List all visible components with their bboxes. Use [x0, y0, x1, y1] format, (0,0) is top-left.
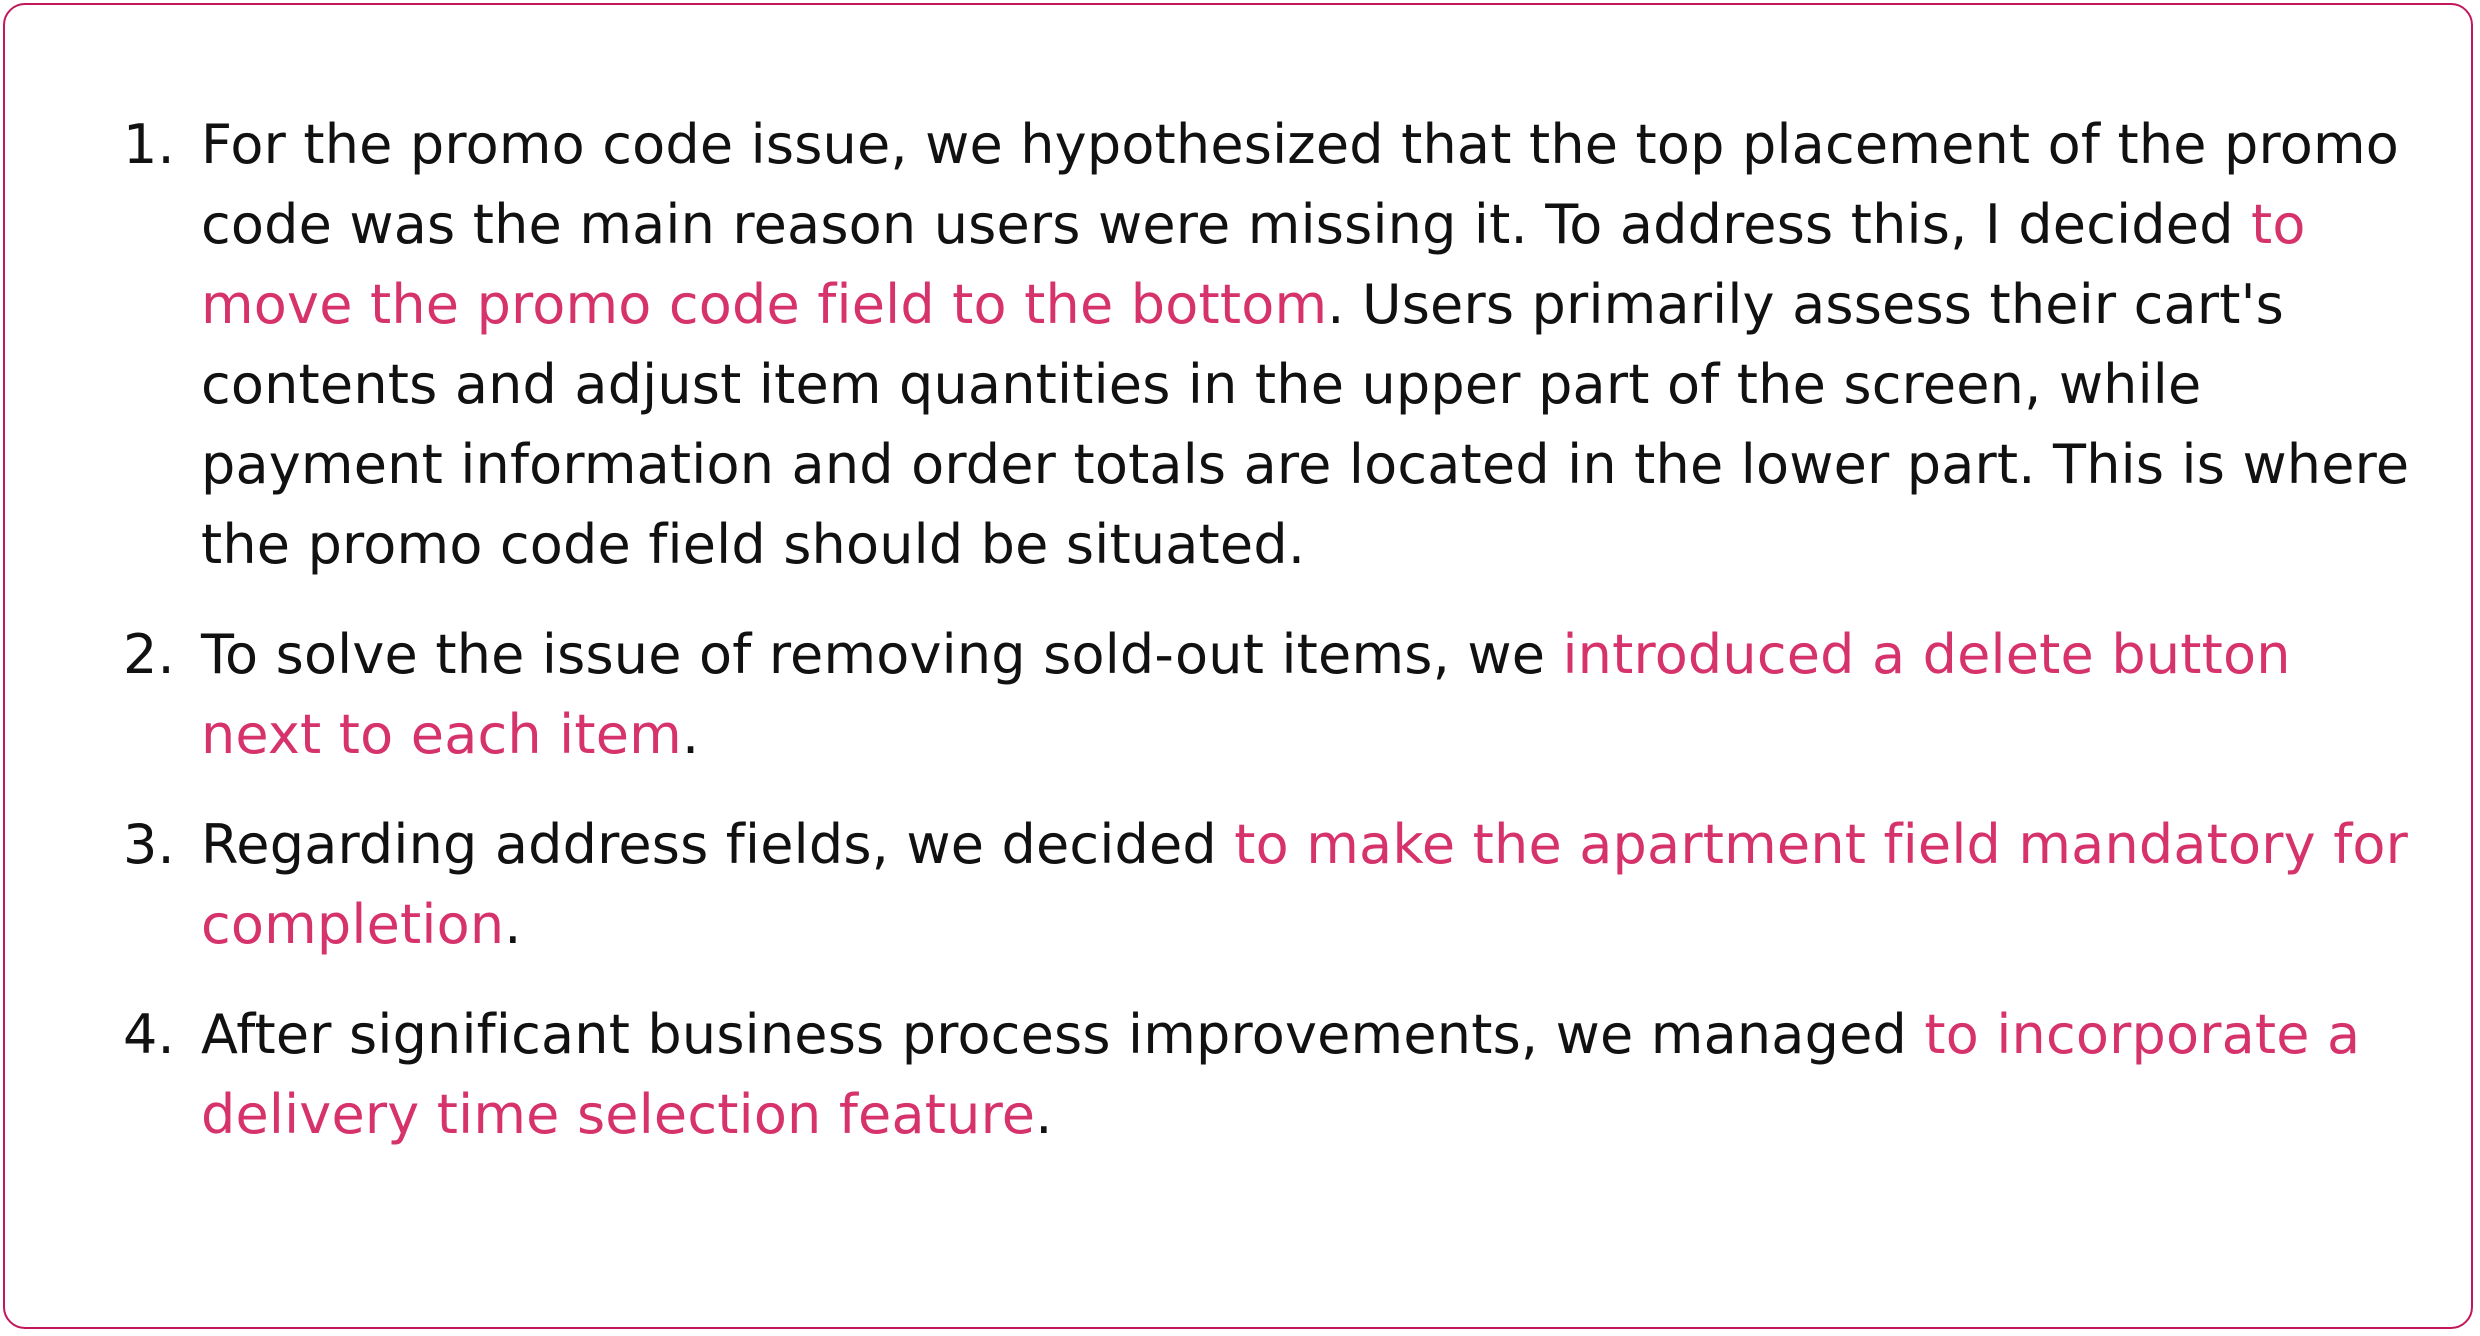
list-item-number: 4. [123, 1003, 175, 1066]
list-item-number: 2. [123, 623, 175, 686]
list-item-text: . [504, 893, 522, 956]
list-item-text: For the promo code issue, we hypothesize… [201, 113, 2400, 256]
list-item-text: . [681, 703, 700, 766]
content-card: 1. For the promo code issue, we hypothesi… [3, 3, 2473, 1329]
list-item: 1. For the promo code issue, we hypothesi… [123, 105, 2413, 585]
list-item: 3. Regarding address fields, we decided t… [123, 805, 2413, 965]
list-item-text: . [1035, 1083, 1053, 1146]
list-item: 2. To solve the issue of removing sold-ou… [123, 615, 2413, 775]
list-item-number: 1. [123, 113, 175, 176]
decision-list: 1. For the promo code issue, we hypothesi… [123, 105, 2413, 1185]
list-item-text: Regarding address fields, we decided [201, 813, 1235, 876]
list-item: 4. After significant business process imp… [123, 995, 2413, 1155]
list-item-number: 3. [123, 813, 175, 876]
list-item-text: After significant business process impro… [201, 1003, 1925, 1066]
list-item-text: To solve the issue of removing sold-out … [201, 623, 1563, 686]
